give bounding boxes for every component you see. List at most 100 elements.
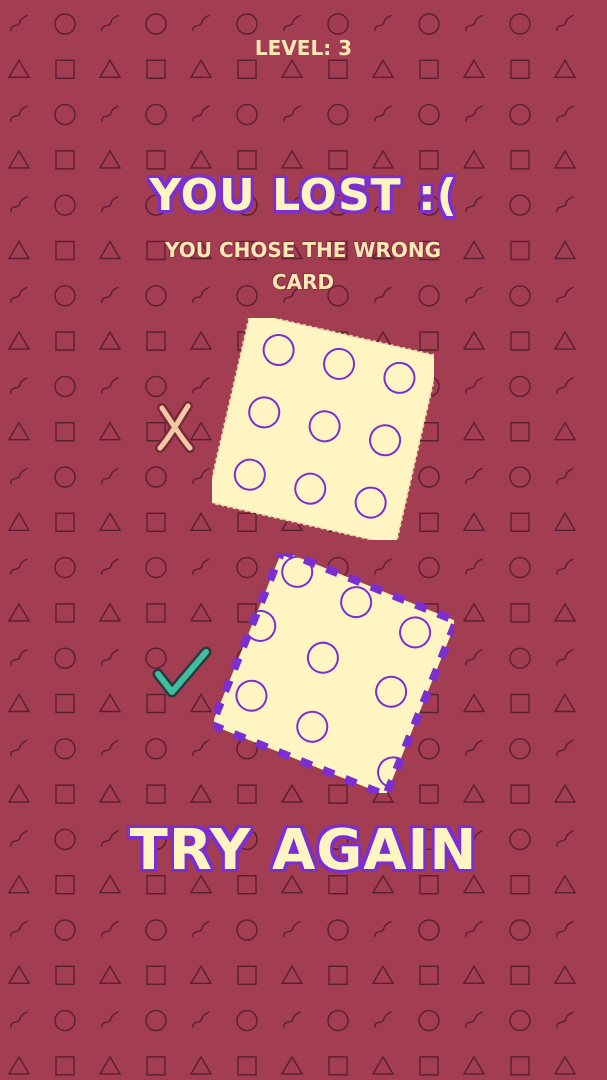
background-pattern-shape [101, 286, 119, 303]
background-pattern-shape [98, 602, 122, 622]
background-pattern-shape [98, 421, 122, 441]
background-pattern-shape [101, 14, 119, 32]
background-pattern-shape [509, 738, 531, 760]
background-pattern-shape [327, 13, 349, 35]
background-pattern-shape [237, 1056, 257, 1076]
background-pattern-shape [327, 919, 349, 941]
background-pattern-shape [556, 104, 574, 122]
background-pattern-shape [510, 240, 530, 261]
background-pattern-shape [418, 919, 440, 941]
background-pattern-shape [465, 648, 483, 666]
background-pattern-shape [465, 920, 483, 938]
background-pattern-shape [54, 647, 76, 669]
background-pattern-shape [189, 330, 213, 350]
background-pattern-shape [553, 421, 577, 441]
background-pattern-shape [101, 739, 119, 756]
background-pattern-shape [465, 286, 483, 303]
background-pattern-shape [145, 919, 167, 941]
background-pattern-shape [371, 1055, 395, 1075]
background-pattern-shape [98, 330, 122, 350]
background-pattern-shape [101, 648, 119, 666]
background-pattern-shape [418, 103, 440, 126]
background-pattern-shape [418, 1009, 440, 1032]
background-pattern-shape [465, 739, 483, 756]
background-pattern-shape [146, 59, 166, 79]
background-pattern-shape [7, 964, 31, 984]
background-pattern-shape [192, 739, 210, 756]
background-pattern-shape [192, 104, 210, 122]
background-pattern-shape [509, 1009, 531, 1032]
background-pattern-shape [101, 920, 119, 938]
background-pattern-shape [553, 330, 577, 350]
background-pattern-shape [510, 512, 530, 532]
background-pattern-shape [54, 13, 76, 35]
background-pattern-shape [509, 647, 531, 669]
background-pattern-shape [101, 376, 119, 394]
background-pattern-shape [145, 13, 167, 35]
background-pattern-shape [55, 422, 75, 442]
background-pattern-shape [101, 1010, 119, 1028]
background-pattern-shape [55, 240, 75, 261]
background-pattern-shape [146, 1056, 166, 1076]
background-pattern-shape [10, 920, 28, 938]
background-pattern-shape [465, 467, 483, 485]
background-pattern-shape [553, 58, 577, 78]
try-again-button[interactable]: TRY AGAIN [0, 818, 607, 883]
background-pattern-shape [55, 693, 75, 714]
background-pattern-shape [510, 422, 530, 442]
background-pattern-shape [280, 58, 304, 78]
background-pattern-shape [145, 375, 167, 398]
background-pattern-shape [189, 1055, 213, 1075]
background-pattern-shape [98, 58, 122, 78]
background-pattern-shape [328, 59, 348, 79]
background-pattern-shape [189, 511, 213, 531]
background-pattern-shape [419, 150, 439, 170]
background-pattern-shape [10, 557, 28, 575]
background-pattern-shape [189, 149, 213, 169]
background-pattern-shape [462, 330, 486, 350]
background-pattern-shape [556, 286, 574, 303]
background-pattern-shape [189, 783, 213, 803]
background-pattern-shape [465, 557, 483, 575]
background-pattern-shape [556, 920, 574, 938]
background-pattern-shape [509, 375, 531, 398]
background-pattern-shape [419, 59, 439, 79]
background-pattern-shape [236, 919, 258, 941]
background-pattern-shape [509, 466, 531, 488]
background-pattern-shape [7, 783, 31, 803]
background-pattern-shape [465, 14, 483, 32]
background-pattern-shape [283, 1010, 301, 1028]
background-pattern-shape [465, 1010, 483, 1028]
background-pattern-shape [192, 14, 210, 32]
background-pattern-shape [55, 784, 75, 804]
background-pattern-shape [7, 511, 31, 531]
background-pattern-shape [98, 511, 122, 531]
background-pattern-shape [553, 602, 577, 622]
background-pattern-shape [510, 693, 530, 714]
background-pattern-shape [189, 58, 213, 78]
background-pattern-shape [283, 920, 301, 938]
background-pattern-shape [10, 286, 28, 303]
background-pattern-shape [54, 375, 76, 398]
background-pattern-shape [283, 14, 301, 32]
chosen-card[interactable] [205, 311, 441, 547]
background-pattern-shape [462, 1055, 486, 1075]
background-pattern-shape [236, 103, 258, 126]
background-pattern-shape [146, 331, 166, 351]
background-pattern-shape [553, 149, 577, 169]
background-pattern-shape [98, 149, 122, 169]
background-pattern-shape [418, 13, 440, 35]
background-pattern-shape [328, 1056, 348, 1076]
background-pattern-shape [7, 693, 31, 713]
background-pattern-shape [462, 149, 486, 169]
background-pattern-shape [462, 421, 486, 441]
background-pattern-shape [462, 783, 486, 803]
background-pattern-shape [509, 919, 531, 941]
background-pattern-shape [98, 964, 122, 984]
background-pattern-shape [145, 466, 167, 488]
background-pattern-shape [419, 1056, 439, 1076]
background-pattern-shape [146, 603, 166, 623]
background-pattern-shape [98, 783, 122, 803]
background-pattern-shape [10, 14, 28, 32]
background-pattern-shape [465, 104, 483, 122]
